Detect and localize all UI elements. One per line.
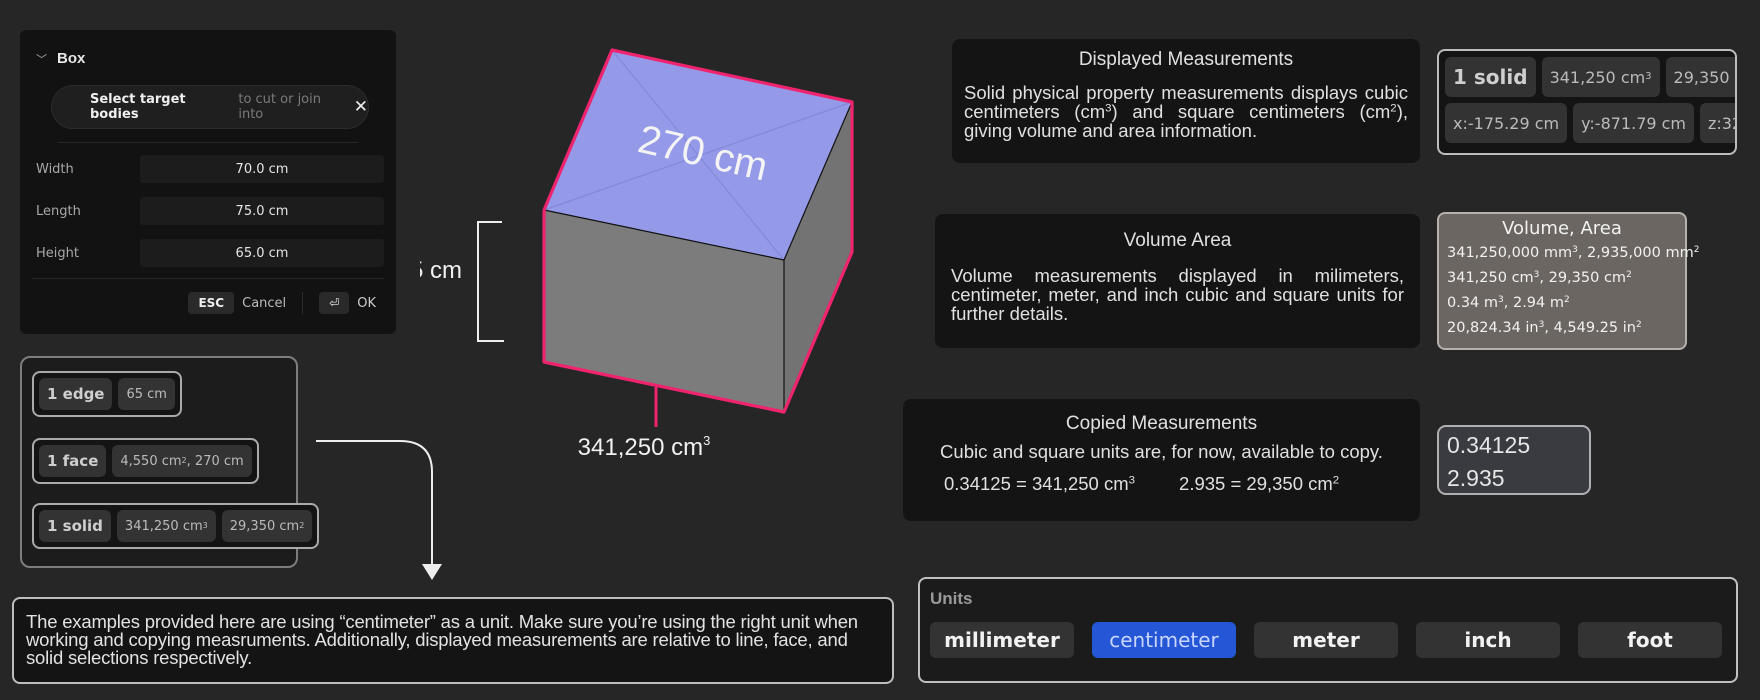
face-measurement: 4,550 cm 2, 270 cm xyxy=(112,445,252,477)
target-prompt-light: to cut or join into xyxy=(238,92,321,122)
arrow-line xyxy=(316,440,433,566)
card-body: Cubic and square units are, for now, ava… xyxy=(940,441,1383,462)
copied-values-box[interactable]: 0.34125 2.935 xyxy=(1437,425,1591,495)
displayed-measurement-chips: 1 solid 341,250 cm3 29,350 cm2 x:-175.29… xyxy=(1437,49,1737,155)
card-body: Volume measurements displayed in milimet… xyxy=(951,265,1404,324)
unit-note: The examples provided here are using “ce… xyxy=(12,597,894,684)
unit-foot-button[interactable]: foot xyxy=(1578,622,1722,658)
cube-figure: 270 cm 65 cm 341,250 cm3 xyxy=(420,48,854,461)
volume-area-in: 20,824.34 in3, 4,549.25 in2 xyxy=(1447,320,1642,336)
volume-area-card: Volume Area Volume measurements displaye… xyxy=(935,214,1420,348)
selection-chips-panel: 1 edge 65 cm 1 face 4,550 cm 2, 270 cm 1 … xyxy=(20,356,320,568)
copied-measurements-card: Copied Measurements Cubic and square uni… xyxy=(903,399,1420,521)
volume-area-mm: 341,250,000 mm3, 2,935,000 mm2 xyxy=(1447,245,1700,261)
z-coordinate[interactable]: z:32.5 cm xyxy=(1700,103,1735,143)
solid-count: 1 solid xyxy=(39,510,111,542)
card-title: Volume Area xyxy=(1123,230,1232,251)
divider xyxy=(302,292,304,314)
width-input[interactable]: 70.0 cm xyxy=(140,155,384,183)
target-prompt-bold: Select target bodies xyxy=(90,92,186,122)
copied-volume-value: 0.34125 xyxy=(1447,432,1531,458)
box-header[interactable]: ﹀ Box xyxy=(36,50,85,67)
face-selection-chip[interactable]: 1 face 4,550 cm 2, 270 cm xyxy=(32,438,259,484)
height-input[interactable]: 65.0 cm xyxy=(140,239,384,267)
edge-count: 1 edge xyxy=(39,378,113,410)
solid-area[interactable]: 29,350 cm2 xyxy=(1665,57,1735,97)
target-bodies-selector[interactable]: Select target bodies to cut or join into… xyxy=(51,85,369,129)
copied-equations: 0.34125 = 341,250 cm3 2.935 = 29,350 cm2 xyxy=(919,473,1404,495)
height-field: Height 65.0 cm xyxy=(36,239,384,267)
volume-area-m: 0.34 m3, 2.94 m2 xyxy=(1447,295,1570,311)
units-label: Units xyxy=(930,589,973,608)
volume-area-tooltip: Volume, Area 341,250,000 mm3, 2,935,000 … xyxy=(1437,212,1700,350)
volume-area-cm: 341,250 cm3, 29,350 cm2 xyxy=(1447,270,1632,286)
edge-length: 65 cm xyxy=(118,378,175,410)
box-title: Box xyxy=(57,50,86,67)
solid-area: 29,350 cm 2 xyxy=(221,510,313,542)
units-options: millimeter centimeter meter inch foot xyxy=(930,622,1722,658)
card-title: Copied Measurements xyxy=(1065,413,1258,434)
unit-inch-button[interactable]: inch xyxy=(1416,622,1560,658)
volume-label: 341,250 cm3 xyxy=(578,433,711,461)
width-label: Width xyxy=(36,161,74,177)
solid-count[interactable]: 1 solid xyxy=(1445,57,1536,97)
height-bracket xyxy=(477,221,504,342)
length-label: Length xyxy=(36,203,81,219)
units-panel: Units millimeter centimeter meter inch f… xyxy=(918,577,1738,683)
tooltip-title: Volume, Area xyxy=(1502,218,1622,239)
cancel-button[interactable]: Cancel xyxy=(242,296,286,311)
unit-meter-button[interactable]: meter xyxy=(1254,622,1398,658)
unit-centimeter-button[interactable]: centimeter xyxy=(1092,622,1236,658)
esc-key-hint: ESC xyxy=(188,292,235,314)
solid-selection-chip[interactable]: 1 solid 341,250 cm 3 29,350 cm 2 xyxy=(32,503,320,549)
unit-millimeter-button[interactable]: millimeter xyxy=(930,622,1074,658)
solid-volume: 341,250 cm 3 xyxy=(116,510,216,542)
card-title: Displayed Measurements xyxy=(1078,49,1294,70)
arrow-head-icon xyxy=(422,564,442,580)
box-panel: ﹀ Box Select target bodies to cut or joi… xyxy=(20,30,396,334)
solid-volume[interactable]: 341,250 cm 3 xyxy=(1541,57,1660,97)
card-body: Solid physical property measurements dis… xyxy=(964,82,1408,141)
close-icon[interactable]: ✕ xyxy=(354,97,368,117)
enter-icon: ⏎ xyxy=(319,292,350,314)
y-coordinate[interactable]: y:-871.79 cm xyxy=(1573,103,1695,143)
edge-selection-chip[interactable]: 1 edge 65 cm xyxy=(32,371,182,417)
displayed-measurements-card: Displayed Measurements Solid physical pr… xyxy=(952,39,1420,163)
copied-area-value: 2.935 xyxy=(1447,465,1505,491)
divider xyxy=(32,278,384,279)
x-coordinate[interactable]: x:-175.29 cm xyxy=(1445,103,1568,143)
ok-button[interactable]: OK xyxy=(357,296,376,311)
edge-height-label: 65 cm xyxy=(420,257,462,284)
width-field: Width 70.0 cm xyxy=(36,155,384,183)
length-field: Length 75.0 cm xyxy=(36,197,384,225)
volume-equation: 0.34125 = 341,250 cm3 xyxy=(944,473,1136,494)
area-equation: 2.935 = 29,350 cm2 xyxy=(1179,473,1340,494)
divider xyxy=(58,142,358,143)
face-count: 1 face xyxy=(39,445,107,477)
height-label: Height xyxy=(36,245,79,261)
box-actions: ESC Cancel ⏎ OK xyxy=(188,292,376,314)
chevron-down-icon[interactable]: ﹀ xyxy=(36,51,47,67)
length-input[interactable]: 75.0 cm xyxy=(140,197,384,225)
